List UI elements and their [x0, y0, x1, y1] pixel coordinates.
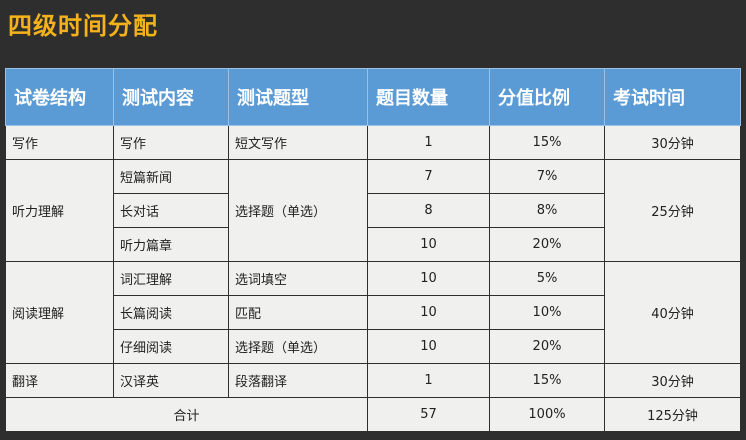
ratio-cell: 10% — [489, 295, 605, 330]
section-name: 翻译 — [5, 363, 114, 398]
content-cell: 仔细阅读 — [113, 329, 229, 364]
type-cell: 段落翻译 — [228, 363, 368, 398]
content-cell: 听力篇章 — [113, 227, 229, 262]
header-content: 测试内容 — [113, 68, 229, 126]
ratio-cell: 8% — [489, 193, 605, 228]
time-cell: 30分钟 — [604, 363, 741, 398]
header-score-ratio: 分值比例 — [489, 68, 605, 126]
ratio-cell: 15% — [489, 125, 605, 160]
type-cell: 匹配 — [228, 295, 368, 330]
page-title: 四级时间分配 — [8, 12, 158, 40]
type-cell: 选择题（单选） — [228, 159, 368, 262]
count-cell: 10 — [367, 261, 490, 296]
section-name: 阅读理解 — [5, 261, 114, 364]
time-cell: 40分钟 — [604, 261, 741, 364]
time-cell: 25分钟 — [604, 159, 741, 262]
table-row: 阅读理解 词汇理解 选词填空 10 5% 40分钟 — [5, 261, 741, 364]
count-cell: 10 — [367, 295, 490, 330]
content-cell: 短篇新闻 — [113, 159, 229, 194]
total-row: 合计 57 100% 125分钟 — [5, 397, 741, 432]
count-cell: 10 — [367, 329, 490, 364]
header-structure: 试卷结构 — [5, 68, 114, 126]
count-cell: 10 — [367, 227, 490, 262]
count-cell: 1 — [367, 125, 490, 160]
time-cell: 30分钟 — [604, 125, 741, 160]
ratio-cell: 15% — [489, 363, 605, 398]
type-cell: 短文写作 — [228, 125, 368, 160]
content-cell: 词汇理解 — [113, 261, 229, 296]
total-ratio: 100% — [489, 397, 605, 432]
ratio-cell: 20% — [489, 227, 605, 262]
type-cell: 选择题（单选） — [228, 329, 368, 364]
content-cell: 写作 — [113, 125, 229, 160]
ratio-cell: 5% — [489, 261, 605, 296]
table-row: 翻译 汉译英 段落翻译 1 15% 30分钟 — [5, 363, 741, 398]
table-header-row: 试卷结构 测试内容 测试题型 题目数量 分值比例 考试时间 — [5, 68, 741, 126]
total-label: 合计 — [5, 397, 368, 432]
total-count: 57 — [367, 397, 490, 432]
header-exam-time: 考试时间 — [604, 68, 741, 126]
ratio-cell: 7% — [489, 159, 605, 194]
count-cell: 1 — [367, 363, 490, 398]
content-cell: 长对话 — [113, 193, 229, 228]
table-row: 听力理解 短篇新闻 选择题（单选） 7 7% 25分钟 — [5, 159, 741, 262]
type-cell: 选词填空 — [228, 261, 368, 296]
content-cell: 长篇阅读 — [113, 295, 229, 330]
content-cell: 汉译英 — [113, 363, 229, 398]
section-name: 写作 — [5, 125, 114, 160]
ratio-cell: 20% — [489, 329, 605, 364]
table-row: 写作 写作 短文写作 1 15% 30分钟 — [5, 125, 741, 160]
count-cell: 7 — [367, 159, 490, 194]
header-question-type: 测试题型 — [228, 68, 368, 126]
section-name: 听力理解 — [5, 159, 114, 262]
time-allocation-table: 试卷结构 测试内容 测试题型 题目数量 分值比例 考试时间 写作 写作 短文写作… — [5, 68, 741, 432]
count-cell: 8 — [367, 193, 490, 228]
total-time: 125分钟 — [604, 397, 741, 432]
header-question-count: 题目数量 — [367, 68, 490, 126]
